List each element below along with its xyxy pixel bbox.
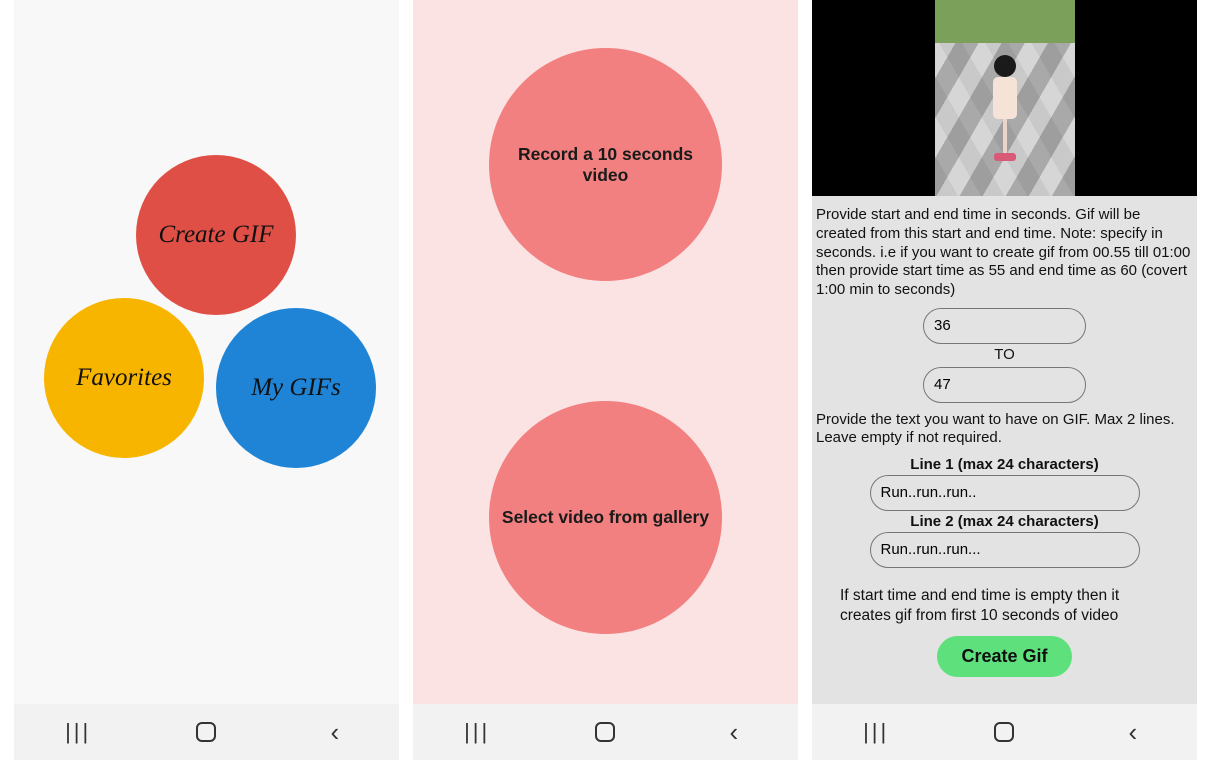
line1-label: Line 1 (max 24 characters) xyxy=(816,456,1193,475)
nav-back-icon[interactable]: ‹ xyxy=(315,712,355,752)
nav-home-icon[interactable] xyxy=(186,712,226,752)
screen-source-select: Record a 10 seconds video Select video f… xyxy=(413,0,798,760)
time-instruction: Provide start and end time in seconds. G… xyxy=(816,206,1193,300)
record-video-label: Record a 10 seconds video xyxy=(495,144,716,186)
end-time-input[interactable] xyxy=(923,367,1086,403)
create-gif-label: Create GIF xyxy=(158,221,273,249)
empty-hint: If start time and end time is empty then… xyxy=(840,586,1173,626)
create-gif-submit-button[interactable]: Create Gif xyxy=(937,636,1071,677)
nav-home-icon[interactable] xyxy=(585,712,625,752)
my-gifs-label: My GIFs xyxy=(251,374,341,402)
source-content: Record a 10 seconds video Select video f… xyxy=(413,0,798,704)
config-form: Provide start and end time in seconds. G… xyxy=(812,196,1197,677)
main-content: Create GIF Favorites My GIFs xyxy=(14,0,399,704)
nav-home-icon[interactable] xyxy=(984,712,1024,752)
line1-input[interactable] xyxy=(870,475,1140,511)
start-time-input[interactable] xyxy=(923,308,1086,344)
select-gallery-label: Select video from gallery xyxy=(502,507,709,528)
favorites-label: Favorites xyxy=(76,364,172,392)
android-navbar: ||| ‹ xyxy=(14,704,399,760)
favorites-button[interactable]: Favorites xyxy=(44,298,204,458)
text-instruction: Provide the text you want to have on GIF… xyxy=(816,411,1193,449)
config-content: Provide start and end time in seconds. G… xyxy=(812,0,1197,704)
nav-back-icon[interactable]: ‹ xyxy=(1113,712,1153,752)
record-video-button[interactable]: Record a 10 seconds video xyxy=(489,48,722,281)
nav-recent-icon[interactable]: ||| xyxy=(856,712,896,752)
nav-back-icon[interactable]: ‹ xyxy=(714,712,754,752)
video-thumbnail xyxy=(935,0,1075,196)
android-navbar: ||| ‹ xyxy=(812,704,1197,760)
nav-recent-icon[interactable]: ||| xyxy=(58,712,98,752)
nav-recent-icon[interactable]: ||| xyxy=(457,712,497,752)
my-gifs-button[interactable]: My GIFs xyxy=(216,308,376,468)
video-preview[interactable] xyxy=(812,0,1197,196)
screen-main-menu: Create GIF Favorites My GIFs ||| ‹ xyxy=(14,0,399,760)
to-label: TO xyxy=(816,346,1193,365)
screen-gif-config: Provide start and end time in seconds. G… xyxy=(812,0,1197,760)
select-gallery-button[interactable]: Select video from gallery xyxy=(489,401,722,634)
create-gif-button[interactable]: Create GIF xyxy=(136,155,296,315)
line2-label: Line 2 (max 24 characters) xyxy=(816,513,1193,532)
android-navbar: ||| ‹ xyxy=(413,704,798,760)
line2-input[interactable] xyxy=(870,532,1140,568)
